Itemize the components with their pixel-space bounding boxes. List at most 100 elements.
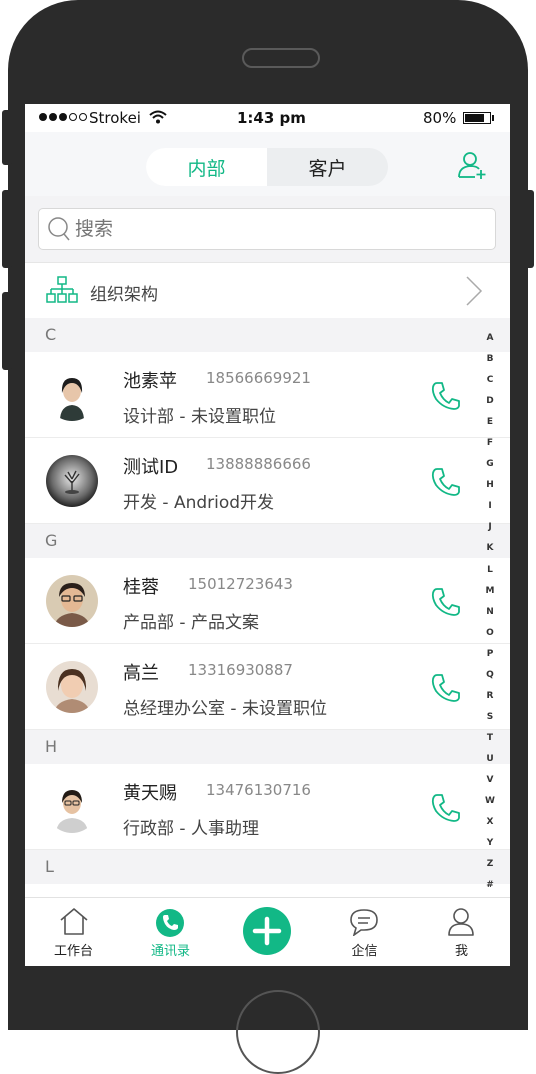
contact-name: 高兰 xyxy=(123,663,159,684)
contact-phone: 13316930887 xyxy=(188,661,293,679)
search-input[interactable] xyxy=(73,217,477,241)
contact-department: 行政部 - 人事助理 xyxy=(123,819,259,839)
call-phone-icon[interactable] xyxy=(430,672,462,704)
index-letter[interactable]: V xyxy=(482,770,498,791)
index-letter[interactable]: U xyxy=(482,749,498,770)
index-letter[interactable]: Y xyxy=(482,833,498,854)
house-icon xyxy=(60,908,88,935)
avatar xyxy=(46,661,98,713)
call-phone-icon[interactable] xyxy=(430,380,462,412)
index-letter[interactable]: D xyxy=(482,391,498,412)
earpiece-speaker xyxy=(242,48,320,68)
header: 内部 客户 xyxy=(25,132,510,196)
screen: Strokei 1:43 pm 80% 内部 客户 搜索 组织架构 C 池素苹 … xyxy=(25,104,510,966)
index-letter[interactable]: R xyxy=(482,686,498,707)
contact-row[interactable]: 黄天赐 13476130716 行政部 - 人事助理 xyxy=(25,764,510,850)
index-letter[interactable]: J xyxy=(482,517,498,538)
avatar xyxy=(46,369,98,421)
tab-label: 我 xyxy=(454,944,468,959)
index-letter[interactable]: H xyxy=(482,475,498,496)
tab-label: 工作台 xyxy=(53,944,93,959)
phone-icon xyxy=(156,909,184,937)
contact-phone: 13888886666 xyxy=(206,455,311,473)
mute-switch[interactable] xyxy=(2,110,12,165)
contact-name: 桂蓉 xyxy=(123,577,159,598)
call-phone-icon[interactable] xyxy=(430,466,462,498)
chevron-right-icon xyxy=(466,276,483,306)
person-icon xyxy=(448,908,474,936)
list-item-partial xyxy=(25,884,510,898)
index-letter[interactable]: T xyxy=(482,728,498,749)
contact-name: 池素苹 xyxy=(123,371,177,392)
call-phone-icon[interactable] xyxy=(430,586,462,618)
index-letter[interactable]: I xyxy=(482,496,498,517)
battery-icon xyxy=(463,112,491,124)
alphabet-index[interactable]: A B C D E F G H I J K L M N O P Q R S T U V W X Y Z # xyxy=(482,328,498,896)
index-letter[interactable]: O xyxy=(482,623,498,644)
bottom-tab-bar: 工作台 通讯录 企信 我 xyxy=(25,897,510,966)
volume-up-button[interactable] xyxy=(2,190,12,268)
signal-strength-icon xyxy=(39,113,87,121)
contact-row[interactable]: 池素苹 18566669921 设计部 - 未设置职位 xyxy=(25,352,510,438)
tab-messages[interactable]: 企信 xyxy=(316,898,413,966)
index-letter[interactable]: N xyxy=(482,602,498,623)
index-letter[interactable]: G xyxy=(482,454,498,475)
section-header-c: C xyxy=(25,318,510,352)
index-letter[interactable]: Z xyxy=(482,854,498,875)
status-bar: Strokei 1:43 pm 80% xyxy=(25,104,510,132)
contact-name: 黄天赐 xyxy=(123,783,177,804)
index-letter[interactable]: X xyxy=(482,812,498,833)
section-header-g: G xyxy=(25,524,510,558)
org-structure-label: 组织架构 xyxy=(90,285,158,305)
home-button[interactable] xyxy=(236,990,320,1074)
contact-department: 产品部 - 产品文案 xyxy=(123,613,259,633)
index-letter[interactable]: P xyxy=(482,644,498,665)
index-letter[interactable]: # xyxy=(482,875,498,896)
index-letter[interactable]: L xyxy=(482,560,498,581)
tab-internal[interactable]: 内部 xyxy=(146,148,267,186)
chat-icon xyxy=(350,909,378,936)
status-time: 1:43 pm xyxy=(237,109,306,127)
index-letter[interactable]: W xyxy=(482,791,498,812)
index-letter[interactable]: C xyxy=(482,370,498,391)
battery-percent: 80% xyxy=(423,109,457,127)
index-letter[interactable]: F xyxy=(482,433,498,454)
contact-name: 测试ID xyxy=(123,457,179,478)
index-letter[interactable]: S xyxy=(482,707,498,728)
index-letter[interactable]: M xyxy=(482,581,498,602)
contact-department: 开发 - Andriod开发 xyxy=(123,493,275,513)
call-phone-icon[interactable] xyxy=(430,792,462,824)
avatar xyxy=(46,575,98,627)
tab-label: 通讯录 xyxy=(150,944,190,959)
carrier-name: Strokei xyxy=(89,109,141,127)
contact-phone: 15012723643 xyxy=(188,575,293,593)
add-button[interactable] xyxy=(243,907,291,955)
add-user-icon[interactable] xyxy=(457,150,487,180)
tab-customers[interactable]: 客户 xyxy=(267,148,388,186)
search-box xyxy=(38,208,496,250)
section-header-l: L xyxy=(25,850,510,884)
tab-contacts[interactable]: 通讯录 xyxy=(122,898,219,966)
contact-row[interactable]: 高兰 13316930887 总经理办公室 - 未设置职位 xyxy=(25,644,510,730)
org-structure-row[interactable]: 组织架构 xyxy=(25,262,510,319)
index-letter[interactable]: E xyxy=(482,412,498,433)
contact-department: 总经理办公室 - 未设置职位 xyxy=(123,699,327,719)
org-chart-icon xyxy=(46,276,78,303)
volume-down-button[interactable] xyxy=(2,292,12,370)
segment-control: 内部 客户 xyxy=(146,148,388,186)
contact-row[interactable]: 桂蓉 15012723643 产品部 - 产品文案 xyxy=(25,558,510,644)
wifi-icon xyxy=(149,110,167,124)
power-button[interactable] xyxy=(524,190,534,268)
avatar xyxy=(46,455,98,507)
tab-workbench[interactable]: 工作台 xyxy=(25,898,122,966)
index-letter[interactable]: K xyxy=(482,538,498,559)
contact-phone: 13476130716 xyxy=(206,781,311,799)
contact-phone: 18566669921 xyxy=(206,369,311,387)
contact-department: 设计部 - 未设置职位 xyxy=(123,407,276,427)
contact-row[interactable]: 测试ID 13888886666 开发 - Andriod开发 xyxy=(25,438,510,524)
tab-me[interactable]: 我 xyxy=(413,898,510,966)
index-letter[interactable]: B xyxy=(482,349,498,370)
index-letter[interactable]: A xyxy=(482,328,498,349)
index-letter[interactable]: Q xyxy=(482,665,498,686)
tab-label: 企信 xyxy=(351,944,378,959)
